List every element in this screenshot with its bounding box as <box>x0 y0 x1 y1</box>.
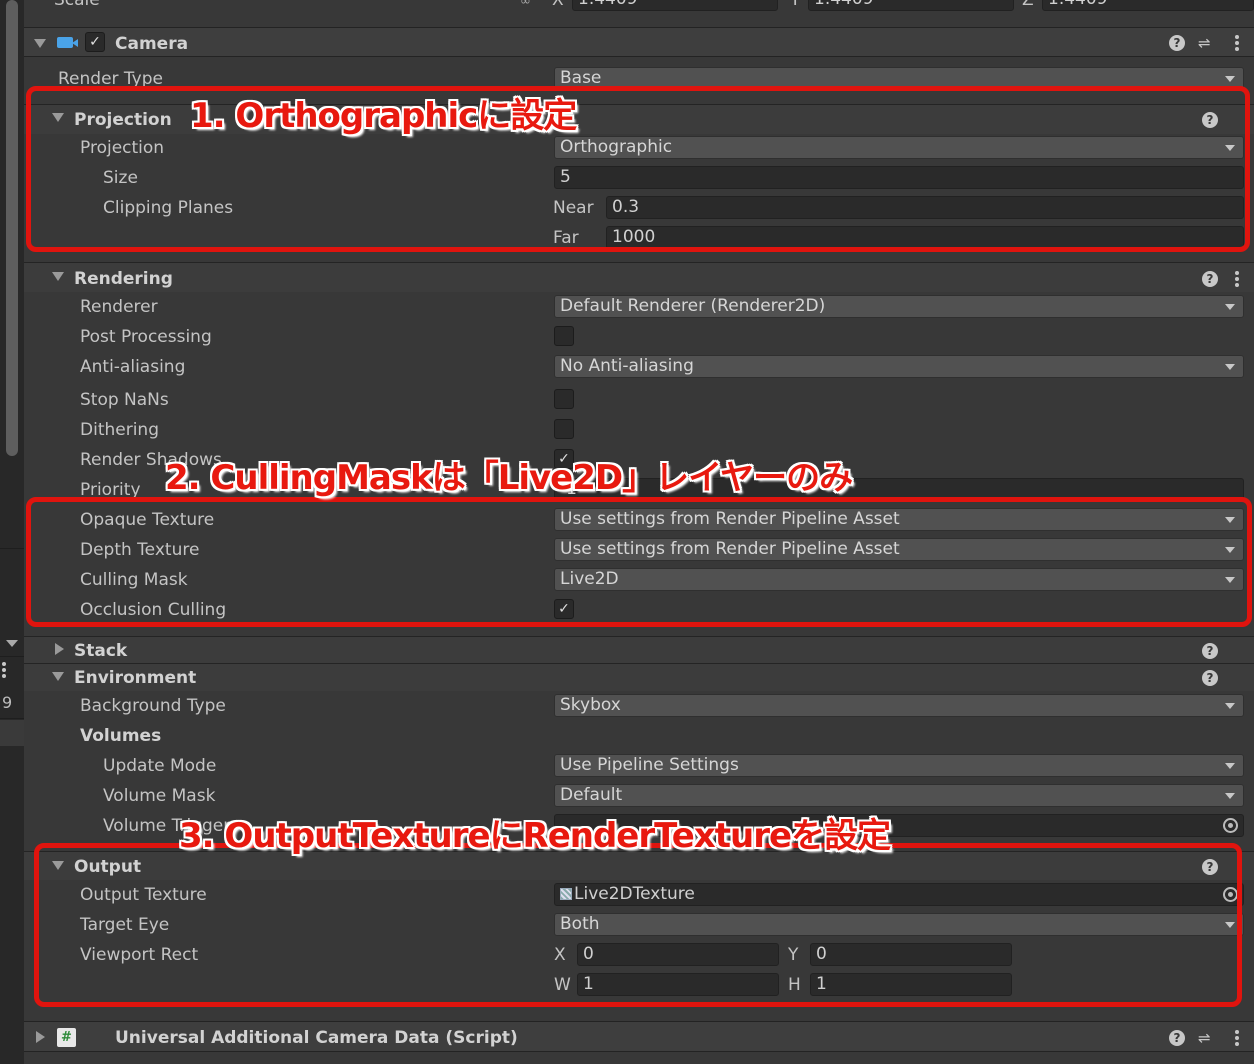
script-icon: # <box>57 1028 76 1047</box>
additional-camera-data-header[interactable]: # Universal Additional Camera Data (Scri… <box>24 1021 1254 1052</box>
update-mode-dropdown[interactable]: Use Pipeline Settings <box>554 754 1244 777</box>
rendering-section-title: Rendering <box>74 269 173 289</box>
chevron-down-icon <box>1225 76 1235 82</box>
chevron-down-icon <box>1225 703 1235 709</box>
anti-aliasing-value: No Anti-aliasing <box>560 356 694 376</box>
volume-mask-label: Volume Mask <box>103 786 216 806</box>
left-divider <box>0 718 24 719</box>
scale-x-field[interactable]: 1.4409 <box>572 0 778 11</box>
link-icon[interactable]: ∞ <box>520 0 531 9</box>
scale-x-label: X <box>552 0 564 10</box>
transform-scale-row: Scale ∞ X 1.4409 Y 1.4409 Z 1.4409 <box>24 0 1254 26</box>
camera-title: Camera <box>115 34 189 54</box>
bottom-filler <box>24 1052 1254 1064</box>
scale-y-field[interactable]: 1.4409 <box>808 0 1014 11</box>
chevron-down-icon <box>1225 763 1235 769</box>
presets-icon[interactable]: ⇌ <box>1198 34 1211 52</box>
render-type-value: Base <box>560 68 602 88</box>
stack-section-title: Stack <box>74 641 128 661</box>
post-processing-checkbox[interactable] <box>554 326 574 346</box>
background-type-dropdown[interactable]: Skybox <box>554 694 1244 717</box>
annotation-1: 1. Orthographicに設定 <box>190 96 577 136</box>
left-kebab-icon[interactable] <box>2 662 6 678</box>
foldout-arrow-icon[interactable] <box>36 1031 45 1043</box>
renderer-label: Renderer <box>80 297 158 317</box>
update-mode-value: Use Pipeline Settings <box>560 755 739 775</box>
left-scrollbar[interactable] <box>6 0 18 456</box>
help-icon[interactable]: ? <box>1202 271 1218 287</box>
renderer-dropdown[interactable]: Default Renderer (Renderer2D) <box>554 295 1244 318</box>
left-chevron-down-icon[interactable] <box>6 640 18 647</box>
dithering-checkbox[interactable] <box>554 419 574 439</box>
left-panel: 9 <box>0 0 24 1064</box>
additional-camera-data-title: Universal Additional Camera Data (Script… <box>115 1028 518 1048</box>
rendering-section-header[interactable]: Rendering ? <box>24 262 1254 292</box>
update-mode-label: Update Mode <box>103 756 217 776</box>
camera-header[interactable]: ✓ Camera ? ⇌ <box>24 27 1254 57</box>
kebab-menu-icon[interactable] <box>1235 271 1239 287</box>
object-picker-icon[interactable] <box>1223 818 1238 833</box>
chevron-down-icon <box>1225 364 1235 370</box>
environment-section-title: Environment <box>74 668 197 688</box>
camera-icon-lens <box>72 39 78 47</box>
scale-z-label: Z <box>1022 0 1034 10</box>
left-divider <box>0 656 24 657</box>
camera-enabled-checkbox[interactable]: ✓ <box>85 32 105 52</box>
help-icon[interactable]: ? <box>1169 1030 1185 1046</box>
foldout-arrow-icon[interactable] <box>52 672 64 681</box>
left-selected-row[interactable] <box>0 720 24 746</box>
annotation-box-output <box>34 843 1242 1007</box>
help-icon[interactable]: ? <box>1169 35 1185 51</box>
scale-y-label: Y <box>790 0 801 10</box>
left-divider <box>0 548 24 549</box>
stop-nans-label: Stop NaNs <box>80 390 169 410</box>
help-icon[interactable]: ? <box>1202 643 1218 659</box>
stack-section-header[interactable]: Stack ? <box>24 636 1254 663</box>
camera-icon <box>57 37 73 48</box>
background-type-label: Background Type <box>80 696 226 716</box>
volume-mask-dropdown[interactable]: Default <box>554 784 1244 807</box>
renderer-value: Default Renderer (Renderer2D) <box>560 296 826 316</box>
foldout-arrow-icon[interactable] <box>52 272 64 281</box>
foldout-arrow-icon[interactable] <box>34 39 46 48</box>
kebab-menu-icon[interactable] <box>1235 1030 1239 1046</box>
annotation-box-culling <box>26 497 1252 627</box>
stop-nans-checkbox[interactable] <box>554 389 574 409</box>
presets-icon[interactable]: ⇌ <box>1198 1029 1211 1047</box>
volumes-label: Volumes <box>80 726 162 746</box>
dithering-label: Dithering <box>80 420 159 440</box>
post-processing-label: Post Processing <box>80 327 212 347</box>
annotation-3: 3. OutputTextureにRenderTextureを設定 <box>179 816 891 856</box>
chevron-down-icon <box>1225 304 1235 310</box>
foldout-arrow-icon[interactable] <box>55 643 64 655</box>
chevron-down-icon <box>1225 793 1235 799</box>
anti-aliasing-label: Anti-aliasing <box>80 357 186 377</box>
environment-section-header[interactable]: Environment ? <box>24 663 1254 691</box>
scale-label: Scale <box>54 0 100 10</box>
kebab-menu-icon[interactable] <box>1235 35 1239 51</box>
left-panel-digit: 9 <box>2 693 13 712</box>
anti-aliasing-dropdown[interactable]: No Anti-aliasing <box>554 355 1244 378</box>
volume-mask-value: Default <box>560 785 623 805</box>
scale-z-field[interactable]: 1.4409 <box>1042 0 1254 11</box>
annotation-2: 2. CullingMaskは「Live2D」レイヤーのみ <box>165 458 853 498</box>
help-icon[interactable]: ? <box>1202 670 1218 686</box>
background-type-value: Skybox <box>560 695 621 715</box>
